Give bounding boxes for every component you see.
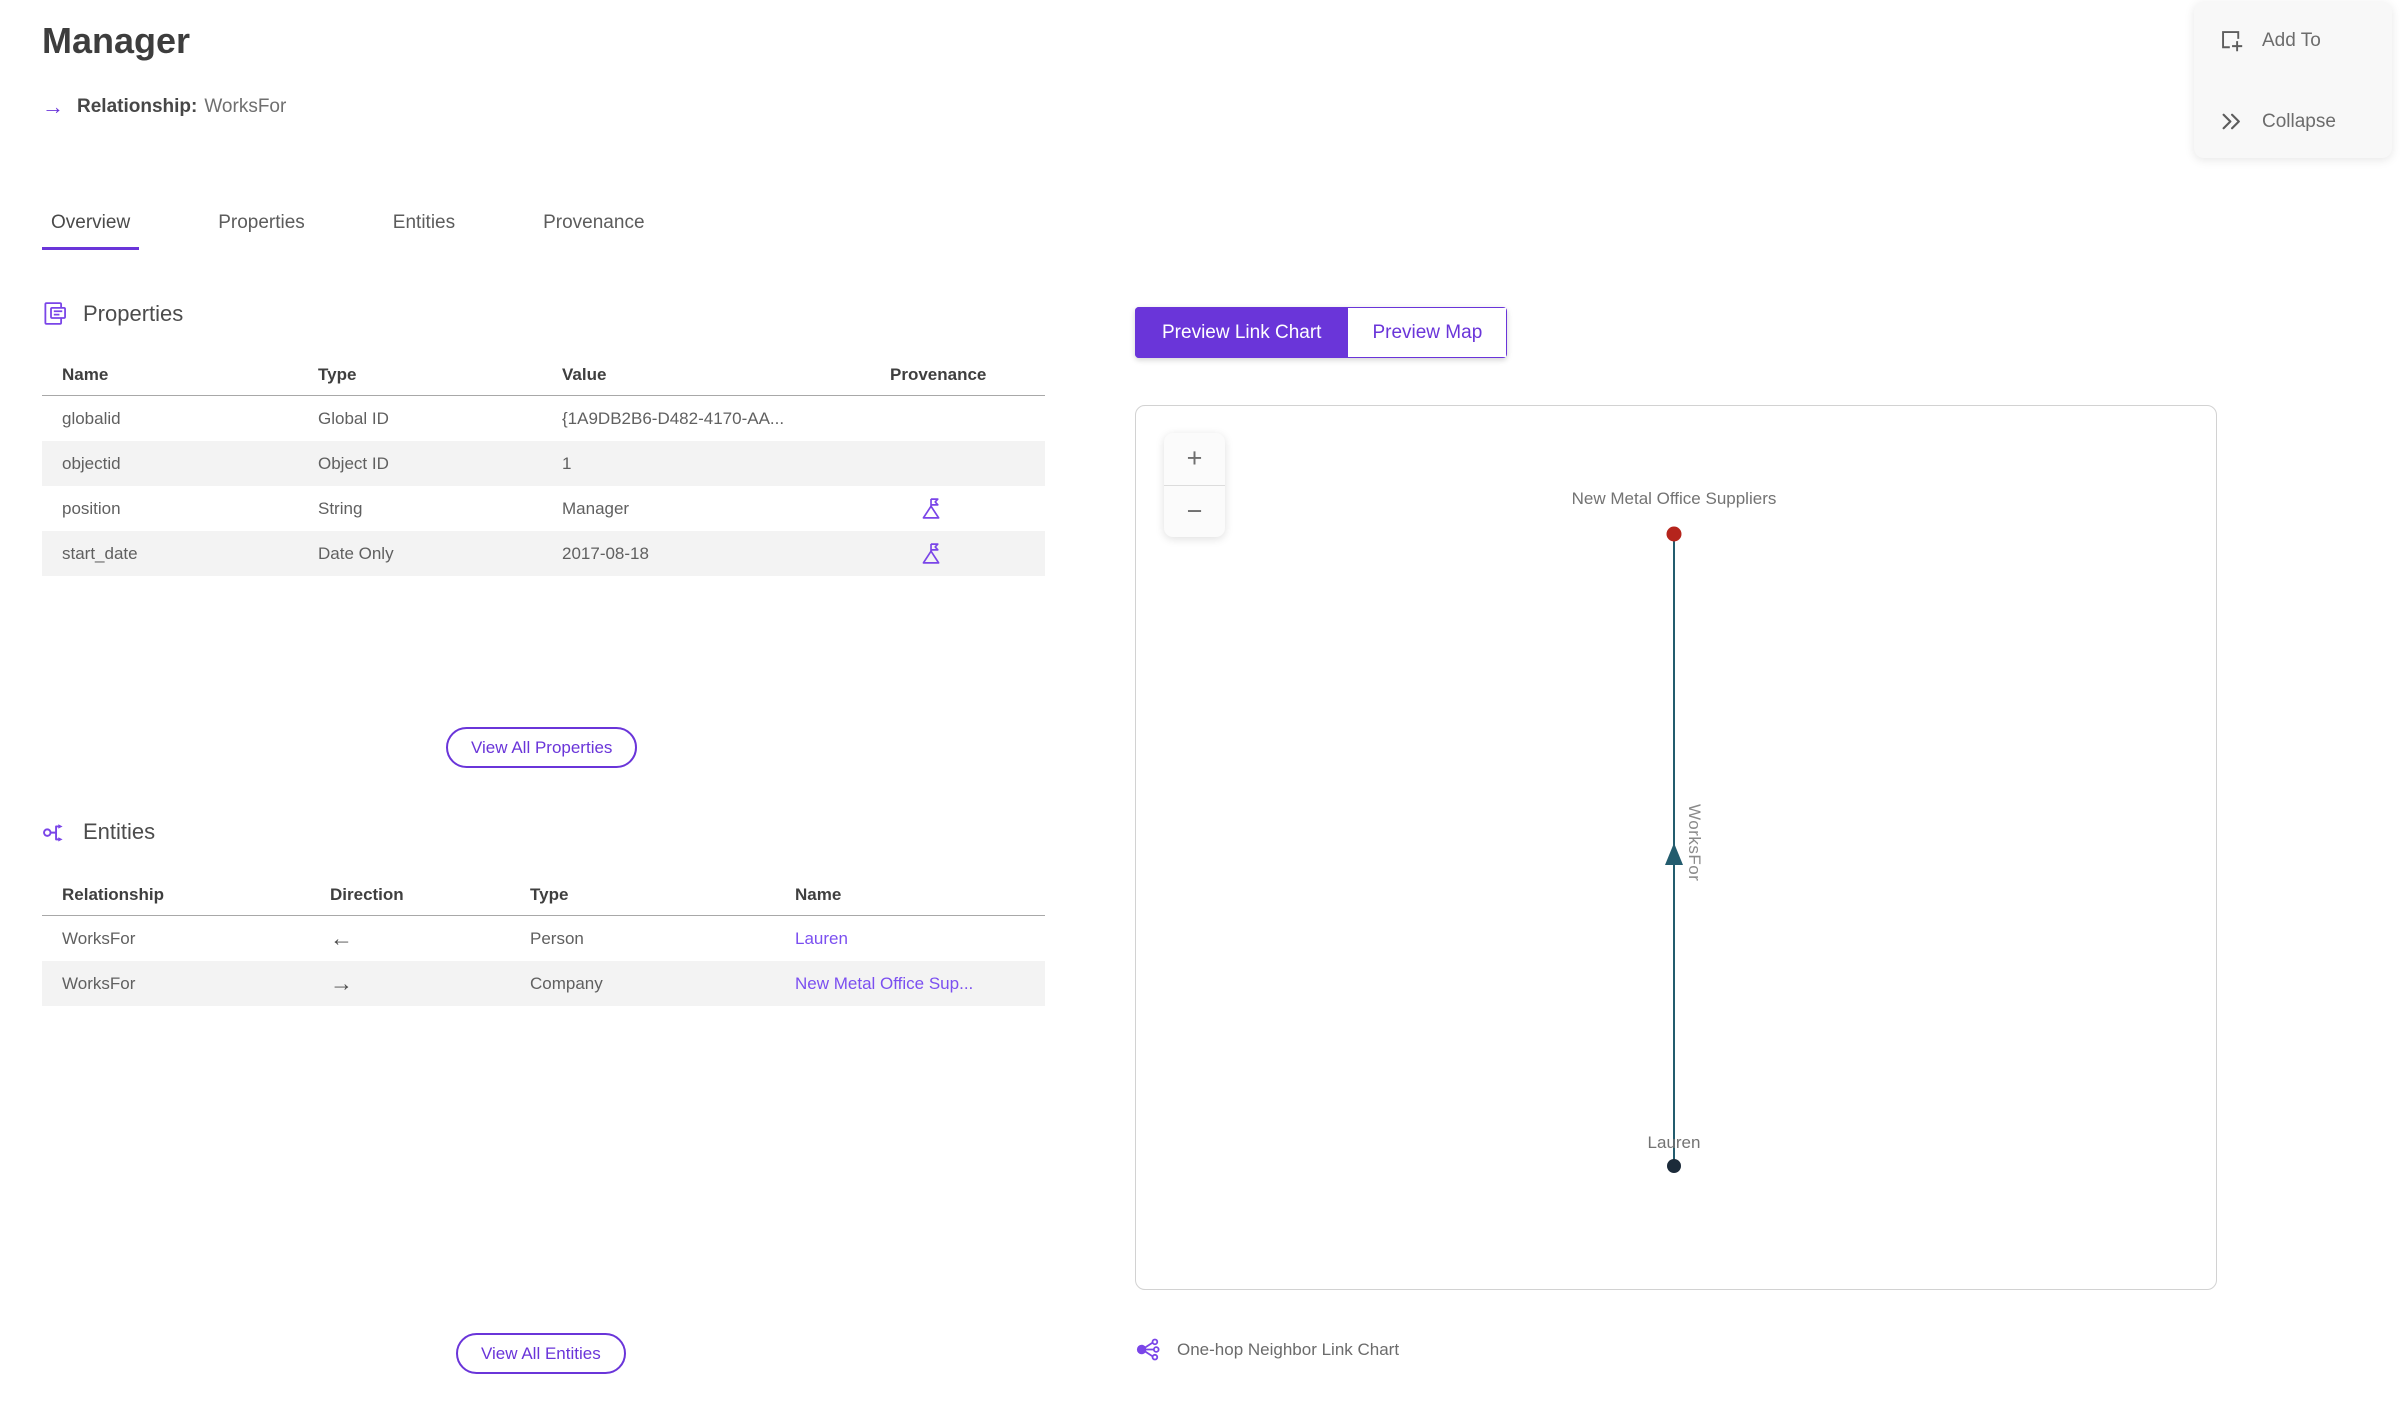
prop-name: position (62, 498, 121, 518)
direction-arrow-left-icon: ← (330, 925, 353, 951)
relationship-subtitle: → Relationship: WorksFor (42, 96, 286, 118)
prop-provenance (890, 496, 1045, 521)
add-to-icon (2222, 31, 2243, 52)
chart-caption-label: One-hop Neighbor Link Chart (1177, 1339, 1400, 1359)
entity-detail-page: Manager → Relationship: WorksFor Add To … (0, 0, 2400, 1401)
properties-table-header: Name Type Value Provenance (42, 355, 1045, 396)
preview-map-button[interactable]: Preview Map (1347, 307, 1508, 358)
tab-properties[interactable]: Properties (209, 212, 314, 250)
table-row: globalid Global ID {1A9DB2B6-D482-4170-A… (42, 396, 1045, 441)
table-row: position String Manager (42, 486, 1045, 531)
actions-panel: Add To Collapse (2194, 2, 2392, 158)
edge-label: WorksFor (1685, 804, 1704, 882)
properties-section-header: Properties (42, 300, 183, 327)
col-value: Value (562, 365, 607, 384)
properties-icon (44, 302, 66, 325)
table-row: WorksFor → Company New Metal Office Sup.… (42, 961, 1045, 1006)
entity-type: Person (530, 928, 584, 948)
view-all-entities-button[interactable]: View All Entities (456, 1333, 626, 1374)
table-row: objectid Object ID 1 (42, 441, 1045, 486)
prop-value: 2017-08-18 (562, 543, 649, 563)
tab-entities[interactable]: Entities (384, 212, 464, 250)
table-row: start_date Date Only 2017-08-18 (42, 531, 1045, 576)
zoom-out-button[interactable]: − (1164, 484, 1225, 538)
prop-type: Global ID (318, 408, 389, 428)
tab-provenance[interactable]: Provenance (534, 212, 653, 250)
table-row: WorksFor ← Person Lauren (42, 916, 1045, 961)
entities-section-header: Entities (42, 818, 155, 845)
prop-value: {1A9DB2B6-D482-4170-AA... (562, 408, 785, 428)
col-relationship: Relationship (62, 885, 165, 904)
add-to-button[interactable]: Add To (2218, 27, 2321, 54)
properties-section-title: Properties (83, 300, 184, 326)
prop-value: Manager (562, 498, 630, 518)
detail-tabs: Overview Properties Entities Provenance (42, 212, 654, 250)
node-label-top: New Metal Office Suppliers (1571, 489, 1777, 508)
prop-type: Object ID (318, 453, 389, 473)
entity-name-link[interactable]: New Metal Office Sup... (795, 974, 1045, 994)
prop-provenance (890, 541, 1045, 566)
relationship-arrow-icon: → (42, 94, 64, 119)
node-company[interactable] (1666, 526, 1682, 542)
prop-value: 1 (562, 453, 572, 473)
prop-type: Date Only (318, 543, 394, 563)
col-name: Name (795, 885, 842, 904)
node-person[interactable] (1667, 1159, 1681, 1173)
entity-name-link[interactable]: Lauren (795, 929, 1045, 949)
entity-type: Company (530, 973, 603, 993)
relationship-label: Relationship: (77, 96, 198, 117)
view-all-properties-button[interactable]: View All Properties (446, 727, 638, 768)
link-chart-panel[interactable]: + − WorksFor New Metal Office Suppliers … (1135, 405, 2217, 1290)
relationship-value: WorksFor (204, 96, 287, 117)
collapse-label: Collapse (2262, 110, 2336, 132)
edge-arrow-up-icon (1665, 843, 1683, 865)
entities-icon (43, 824, 63, 842)
link-chart-icon (1136, 1338, 1160, 1361)
properties-table-body: globalid Global ID {1A9DB2B6-D482-4170-A… (42, 396, 1045, 576)
tab-overview[interactable]: Overview (42, 212, 140, 250)
entity-relationship: WorksFor (62, 928, 136, 948)
provenance-flag-icon[interactable] (918, 496, 943, 521)
prop-name: start_date (62, 543, 138, 563)
col-name: Name (62, 365, 109, 384)
entities-section-title: Entities (83, 818, 156, 844)
entity-relationship: WorksFor (62, 973, 136, 993)
page-title: Manager (42, 20, 191, 61)
preview-toggle: Preview Link Chart Preview Map (1135, 307, 1508, 358)
col-type: Type (530, 885, 569, 904)
chart-caption: One-hop Neighbor Link Chart (1136, 1336, 1399, 1363)
prop-name: globalid (62, 408, 121, 428)
properties-table: Name Type Value Provenance globalid Glob… (42, 355, 1045, 576)
prop-type: String (318, 498, 363, 518)
entities-table-body: WorksFor ← Person Lauren WorksFor → Comp… (42, 916, 1045, 1006)
zoom-control: + − (1164, 433, 1225, 537)
col-direction: Direction (330, 885, 404, 904)
zoom-in-button[interactable]: + (1164, 433, 1225, 485)
collapse-button[interactable]: Collapse (2218, 108, 2336, 135)
add-to-label: Add To (2262, 29, 2321, 51)
provenance-flag-icon[interactable] (918, 541, 943, 566)
entities-table-header: Relationship Direction Type Name (42, 875, 1045, 916)
entities-table: Relationship Direction Type Name WorksFo… (42, 875, 1045, 1006)
node-label-bottom: Lauren (1647, 1133, 1701, 1152)
col-provenance: Provenance (890, 365, 987, 384)
prop-name: objectid (62, 453, 121, 473)
double-chevron-right-icon (2222, 113, 2240, 130)
preview-link-chart-button[interactable]: Preview Link Chart (1135, 307, 1348, 358)
direction-arrow-right-icon: → (330, 970, 353, 996)
col-type: Type (318, 365, 357, 384)
